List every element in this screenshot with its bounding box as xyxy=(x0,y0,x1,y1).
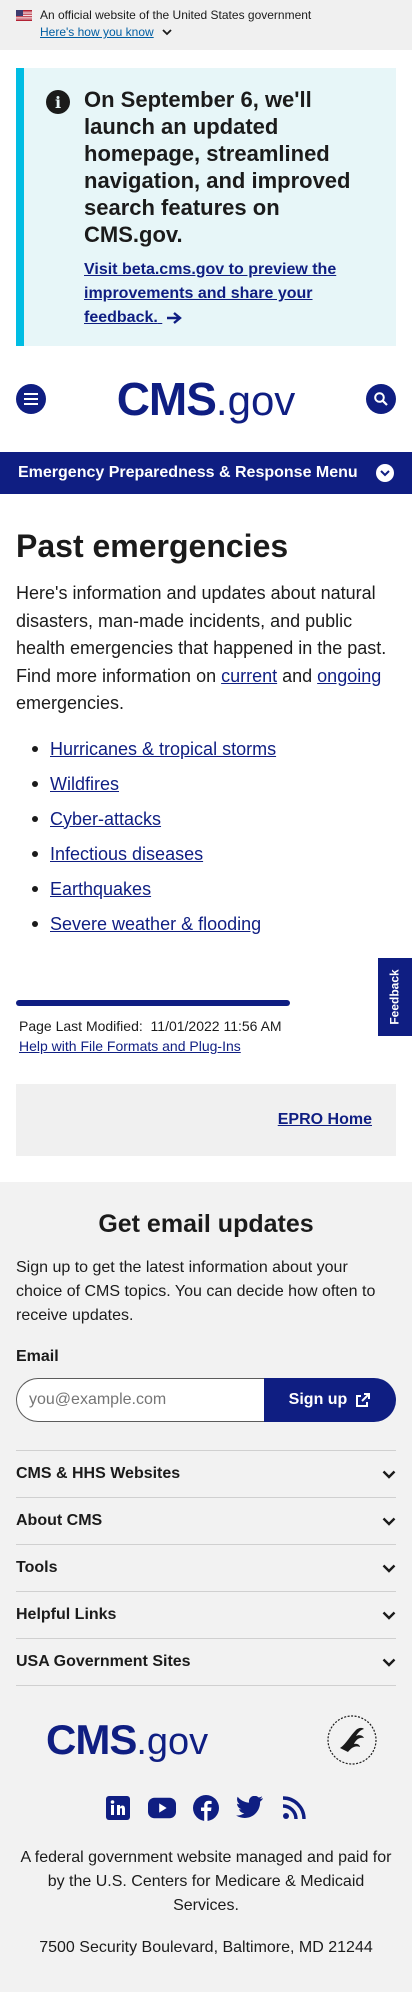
cms-logo[interactable]: CMS .gov xyxy=(117,372,296,426)
list-item: Hurricanes & tropical storms xyxy=(32,732,396,767)
chevron-down-icon xyxy=(382,1470,396,1479)
rss-icon[interactable] xyxy=(280,1794,308,1822)
intro-text-2: and xyxy=(277,665,318,686)
chevron-down-icon xyxy=(382,1611,396,1620)
epro-home-link[interactable]: EPRO Home xyxy=(278,1111,372,1129)
accordion-label: Tools xyxy=(16,1559,58,1576)
menu-icon xyxy=(24,393,38,405)
accordion-item[interactable]: About CMS xyxy=(16,1498,396,1545)
page-meta: Page Last Modified: 11/01/2022 11:56 AM … xyxy=(16,999,396,1056)
emergency-link[interactable]: Hurricanes & tropical storms xyxy=(50,732,276,767)
accordion-item[interactable]: USA Government Sites xyxy=(16,1639,396,1686)
info-icon: i xyxy=(46,90,70,114)
logo-rest: .gov xyxy=(215,377,296,424)
logo-bold: CMS xyxy=(46,1716,137,1763)
accordion-label: About CMS xyxy=(16,1512,103,1529)
signup-button-label: Sign up xyxy=(288,1391,348,1408)
agency-statement: A federal government website managed and… xyxy=(20,1849,392,1914)
modified-label: Page Last Modified: xyxy=(19,1017,143,1034)
site-alert: i On September 6, we'll launch an update… xyxy=(16,68,396,346)
emergency-link[interactable]: Infectious diseases xyxy=(50,837,203,872)
list-item: Wildfires xyxy=(32,767,396,802)
accordion-label: USA Government Sites xyxy=(16,1653,191,1670)
ongoing-emergencies-link[interactable]: ongoing xyxy=(317,666,381,686)
alert-heading: On September 6, we'll launch an updated … xyxy=(84,87,351,247)
bullet-icon xyxy=(32,851,38,857)
accordion-label: Helpful Links xyxy=(16,1606,117,1623)
accordion-label: CMS & HHS Websites xyxy=(16,1465,181,1482)
alert-beta-link[interactable]: Visit beta.cms.gov to preview the improv… xyxy=(84,258,372,330)
signup-button[interactable]: Sign up xyxy=(264,1378,396,1422)
chevron-down-icon xyxy=(376,464,394,482)
external-link-icon xyxy=(356,1393,371,1407)
section-menu-label: Emergency Preparedness & Response Menu xyxy=(18,464,358,481)
signup-description: Sign up to get the latest information ab… xyxy=(16,1259,376,1324)
emergency-link[interactable]: Severe weather & flooding xyxy=(50,907,261,942)
chevron-down-icon xyxy=(382,1564,396,1573)
cms-logo[interactable]: CMS .gov xyxy=(46,1716,208,1764)
intro-paragraph: Here's information and updates about nat… xyxy=(16,580,396,718)
list-item: Cyber-attacks xyxy=(32,802,396,837)
us-flag-icon xyxy=(16,9,32,21)
email-signup-form: Sign up xyxy=(16,1378,396,1422)
youtube-icon[interactable] xyxy=(148,1794,176,1822)
menu-button[interactable] xyxy=(16,384,46,414)
logo-rest: .gov xyxy=(136,1721,209,1763)
last-modified: Page Last Modified: 11/01/2022 11:56 AM xyxy=(16,1016,396,1036)
list-item: Infectious diseases xyxy=(32,837,396,872)
emergency-list: Hurricanes & tropical storms Wildfires C… xyxy=(16,732,396,942)
help-file-formats-link[interactable]: Help with File Formats and Plug-Ins xyxy=(19,1038,241,1054)
list-item: Earthquakes xyxy=(32,872,396,907)
chevron-down-icon xyxy=(382,1517,396,1526)
email-label: Email xyxy=(16,1348,59,1365)
social-links xyxy=(16,1794,396,1822)
hhs-seal-icon[interactable] xyxy=(326,1714,378,1766)
search-icon xyxy=(374,392,388,406)
search-button[interactable] xyxy=(366,384,396,414)
emergency-link[interactable]: Earthquakes xyxy=(50,872,151,907)
page-title: Past emergencies xyxy=(16,528,289,564)
linkedin-icon[interactable] xyxy=(104,1794,132,1822)
epro-home-box: EPRO Home xyxy=(16,1083,396,1156)
gov-banner-text: An official website of the United States… xyxy=(40,8,312,22)
agency-address: 7500 Security Boulevard, Baltimore, MD 2… xyxy=(39,1939,373,1956)
emergency-link[interactable]: Cyber-attacks xyxy=(50,802,161,837)
email-input[interactable] xyxy=(16,1378,264,1422)
current-emergencies-link[interactable]: current xyxy=(221,666,277,686)
bullet-icon xyxy=(32,886,38,892)
alert-link-text: Visit beta.cms.gov to preview the improv… xyxy=(84,261,337,326)
footer-accordion: CMS & HHS Websites About CMS Tools Helpf… xyxy=(16,1450,396,1686)
emergency-link[interactable]: Wildfires xyxy=(50,767,119,802)
accordion-item[interactable]: CMS & HHS Websites xyxy=(16,1451,396,1498)
bullet-icon xyxy=(32,921,38,927)
main-content: Past emergencies Here's information and … xyxy=(0,526,412,942)
alert-body: On September 6, we'll launch an updated … xyxy=(84,86,372,328)
signup-title: Get email updates xyxy=(98,1210,314,1238)
logo-bold: CMS xyxy=(116,373,217,425)
arrow-right-icon xyxy=(167,311,183,324)
bullet-icon xyxy=(32,816,38,822)
site-header: CMS .gov xyxy=(0,346,412,452)
accordion-item[interactable]: Tools xyxy=(16,1545,396,1592)
facebook-icon[interactable] xyxy=(192,1794,220,1822)
chevron-down-icon xyxy=(382,1658,396,1667)
bullet-icon xyxy=(32,781,38,787)
feedback-button[interactable]: Feedback xyxy=(378,958,412,1036)
list-item: Severe weather & flooding xyxy=(32,907,396,942)
bullet-icon xyxy=(32,746,38,752)
help-row: Help with File Formats and Plug-Ins xyxy=(16,1036,396,1056)
accordion-item[interactable]: Helpful Links xyxy=(16,1592,396,1639)
site-footer: Get email updates Sign up to get the lat… xyxy=(0,1182,412,1992)
divider xyxy=(16,999,290,1006)
footer-logos: CMS .gov xyxy=(16,1714,396,1766)
feedback-label: Feedback xyxy=(388,969,403,1025)
gov-banner: An official website of the United States… xyxy=(0,0,412,50)
how-you-know-link[interactable]: Here's how you know xyxy=(40,25,154,39)
chevron-down-icon[interactable] xyxy=(162,28,172,36)
section-menu-toggle[interactable]: Emergency Preparedness & Response Menu xyxy=(0,452,412,494)
modified-value: 11/01/2022 11:56 AM xyxy=(150,1017,282,1034)
intro-text-3: emergencies. xyxy=(16,693,125,713)
twitter-icon[interactable] xyxy=(236,1794,264,1822)
